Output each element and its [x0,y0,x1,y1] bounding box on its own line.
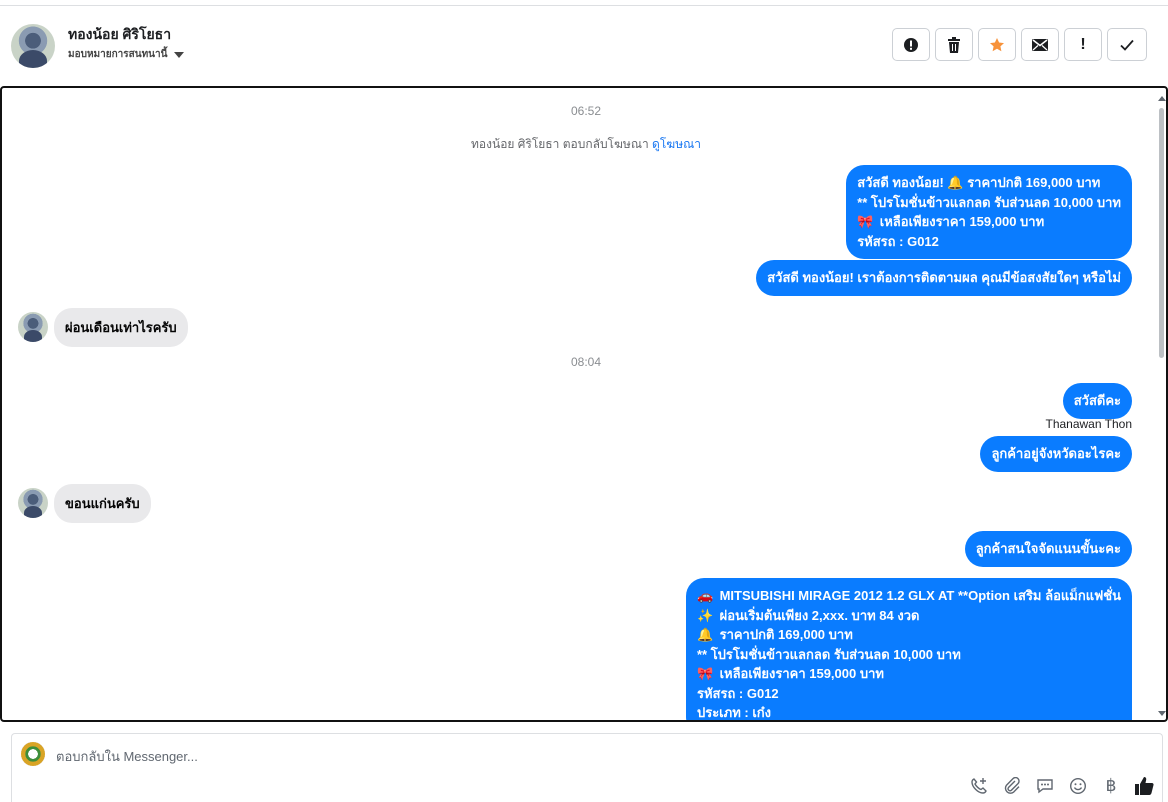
call-add-button[interactable] [969,776,989,796]
mark-done-button[interactable] [1107,28,1147,61]
sender-name: Thanawan Thon [1045,417,1132,431]
message-text: เหลือเพียงราคา 159,000 บาท [715,666,884,681]
spam-icon [904,37,918,52]
thumbs-up-icon [1135,777,1154,795]
emoji-button[interactable] [1068,776,1088,796]
smiley-icon [1069,777,1087,795]
message-text: ประเภท : เก๋ง [696,705,771,720]
message-text: ขอนแก่นครับ [65,496,140,511]
attach-button[interactable] [1002,776,1022,796]
page-avatar [21,742,45,766]
thread-scrollbar[interactable] [1158,96,1166,716]
check-icon [1120,39,1134,51]
message-text: สวัสดีคะ [1073,393,1121,408]
scroll-down-icon[interactable] [1158,711,1166,716]
outgoing-message[interactable]: สวัสดี ทองน้อย! เราต้องการติดตามผล คุณมี… [756,260,1132,296]
paperclip-icon [1004,777,1020,794]
assign-conversation-dropdown[interactable]: มอบหมายการสนทนานี้ [68,47,185,62]
delete-button[interactable] [935,28,973,61]
contact-name[interactable]: ทองน้อย ศิริโยธา [68,24,171,46]
star-button[interactable] [978,28,1016,61]
message-text: ราคาปกติ 169,000 บาท [963,175,1101,190]
trash-icon [948,36,960,53]
contact-avatar[interactable] [11,24,55,68]
message-text: ลูกค้าสนใจจัดแนนขั้นะคะ [975,541,1121,556]
message-text: ผ่อนเริ่มต้นเพียง 2,xxx. บาท 84 งวด [715,607,920,623]
message-text: ผ่อนเดือนเท่าไรครับ [65,320,177,335]
composer-toolbar: ฿ [969,776,1154,796]
exclamation-icon: ! [1080,35,1086,53]
outgoing-message[interactable]: สวัสดี ทองน้อย! 🔔 ราคาปกติ 169,000 บาท *… [846,165,1132,259]
sparkles-icon: ✨ [696,607,714,623]
scroll-up-icon[interactable] [1158,96,1166,101]
message-text: สวัสดี ทองน้อย! เราต้องการติดตามผล คุณมี… [767,270,1121,285]
outgoing-message[interactable]: สวัสดีคะ [1062,383,1132,419]
like-button[interactable] [1134,776,1154,796]
car-icon: 🚗 [696,588,714,603]
mail-icon [1032,38,1048,51]
view-ad-link[interactable]: ดูโฆษณา [652,137,701,151]
timestamp: 06:52 [570,104,602,118]
incoming-message[interactable]: ขอนแก่นครับ [54,484,151,523]
message-text: สวัสดี ทองน้อย! [857,175,948,190]
outgoing-message[interactable]: ลูกค้าอยู่จังหวัดอะไรคะ [980,436,1132,472]
message-thread[interactable]: 06:52 ทองน้อย ศิริโยธา ตอบกลับโฆษณา ดูโฆ… [0,86,1168,722]
message-text: รหัสรถ : G012 [696,685,779,701]
bell-icon: 🔔 [947,175,964,190]
outgoing-message[interactable]: 🚗 MITSUBISHI MIRAGE 2012 1.2 GLX AT **Op… [685,578,1132,720]
payment-button[interactable]: ฿ [1101,776,1121,796]
caret-down-icon [174,51,185,58]
ad-reply-text: ทองน้อย ศิริโยธา ตอบกลับโฆษณา [471,137,649,151]
follow-up-button[interactable]: ! [1064,28,1102,61]
message-text: เหลือเพียงราคา 159,000 บาท [876,214,1045,229]
bell-icon: 🔔 [696,627,714,642]
assign-label: มอบหมายการสนทนานี้ [68,49,168,60]
message-text: รหัสรถ : G012 [857,233,939,249]
reply-input[interactable]: ตอบกลับใน Messenger... [56,746,198,767]
contact-avatar-small[interactable] [18,488,48,518]
contact-avatar-small[interactable] [18,312,48,342]
mark-spam-button[interactable] [892,28,930,61]
phone-plus-icon [971,778,987,794]
message-text: ** โปรโมชั่นข้าวแลกลด รับส่วนลด 10,000 บ… [857,194,1121,210]
ad-reply-notice: ทองน้อย ศิริโยธา ตอบกลับโฆษณา ดูโฆษณา [2,135,1166,154]
message-text: ราคาปกติ 169,000 บาท [715,627,853,642]
mark-unread-button[interactable] [1021,28,1059,61]
star-icon [990,37,1004,51]
outgoing-message[interactable]: ลูกค้าสนใจจัดแนนขั้นะคะ [964,531,1132,567]
ribbon-icon: 🎀 [857,214,874,229]
message-text: MITSUBISHI MIRAGE 2012 1.2 GLX AT **Opti… [715,588,1121,603]
incoming-message[interactable]: ผ่อนเดือนเท่าไรครับ [54,308,188,347]
saved-replies-button[interactable] [1035,776,1055,796]
conversation-actions: ! [892,28,1147,61]
timestamp: 08:04 [570,355,602,369]
baht-icon: ฿ [1105,776,1117,795]
message-text: ลูกค้าอยู่จังหวัดอะไรคะ [991,446,1121,461]
message-text: ** โปรโมชั่นข้าวแลกลด รับส่วนลด 10,000 บ… [696,646,961,662]
conversation-header: ทองน้อย ศิริโยธา มอบหมายการสนทนานี้ ! [0,6,1168,86]
reply-composer: ตอบกลับใน Messenger... ฿ [11,733,1163,802]
chat-bubble-icon [1037,779,1053,794]
ribbon-icon: 🎀 [696,666,714,681]
